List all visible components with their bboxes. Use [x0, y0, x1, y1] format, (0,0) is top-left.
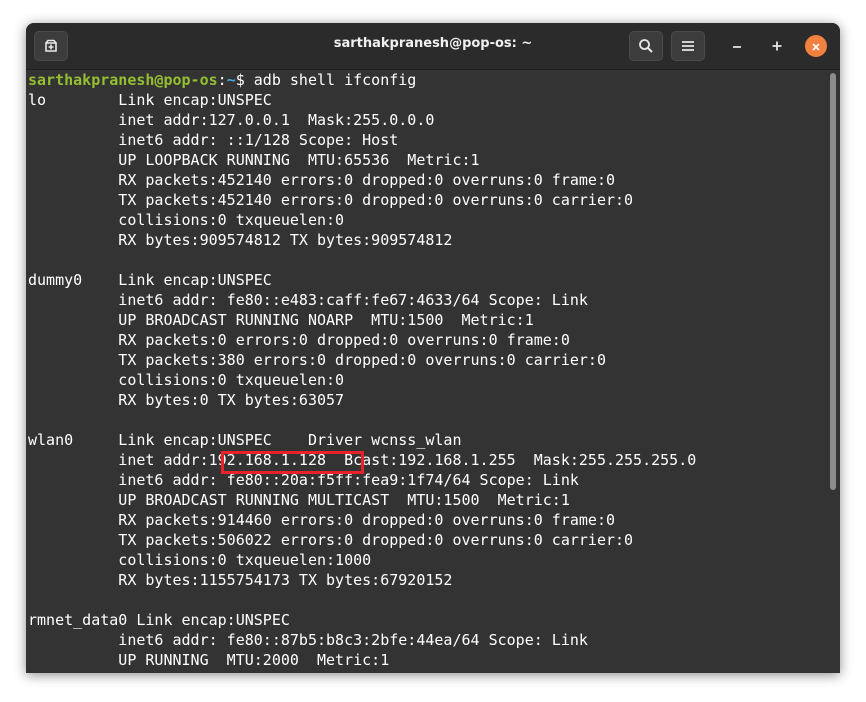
output-line: RX packets:0 errors:0 dropped:0 overruns… — [28, 331, 570, 349]
prompt-line: sarthakpranesh@pop-os:~$ adb shell ifcon… — [28, 70, 416, 90]
prompt-separator: : — [217, 71, 227, 89]
output-line: UP LOOPBACK RUNNING MTU:65536 Metric:1 — [28, 151, 480, 169]
output-line: UP BROADCAST RUNNING MULTICAST MTU:1500 … — [28, 491, 570, 509]
minimize-button[interactable] — [725, 34, 749, 58]
output-line: RX bytes:0 TX bytes:63057 — [28, 391, 345, 409]
output-line: TX packets:506022 errors:0 dropped:0 ove… — [28, 531, 634, 549]
output-line: TX packets:380 errors:0 dropped:0 overru… — [28, 351, 606, 369]
search-icon — [638, 38, 654, 54]
menu-button[interactable] — [671, 31, 705, 61]
prompt-path: ~ — [226, 71, 236, 89]
output-line: inet6 addr: fe80::87b5:b8c3:2bfe:44ea/64… — [28, 631, 588, 649]
output-line: UP BROADCAST RUNNING NOARP MTU:1500 Metr… — [28, 311, 534, 329]
scrollbar-thumb[interactable] — [830, 73, 836, 490]
maximize-icon — [771, 37, 783, 56]
search-button[interactable] — [629, 31, 663, 61]
minimize-icon — [731, 37, 743, 56]
output-line: wlan0 Link encap:UNSPEC Driver wcnss_wla… — [28, 431, 462, 449]
window-title: sarthakpranesh@pop-os: ~ — [333, 36, 533, 51]
hamburger-menu-icon — [681, 40, 695, 52]
prompt-symbol: $ — [235, 71, 254, 89]
output-line: RX bytes:1155754173 TX bytes:67920152 — [28, 571, 453, 589]
output-line: collisions:0 txqueuelen:0 — [28, 371, 345, 389]
output-line: inet6 addr: fe80::e483:caff:fe67:4633/64… — [28, 291, 588, 309]
scrollbar[interactable] — [830, 73, 837, 670]
output-line: inet6 addr: ::1/128 Scope: Host — [28, 131, 399, 149]
output-line: inet addr:127.0.0.1 Mask:255.0.0.0 — [28, 111, 435, 129]
output-line: lo Link encap:UNSPEC — [28, 91, 272, 109]
command-text: adb shell ifconfig — [253, 71, 417, 89]
new-tab-icon — [43, 38, 59, 54]
output-line: RX packets:914460 errors:0 dropped:0 ove… — [28, 511, 615, 529]
title-bar: sarthakpranesh@pop-os: ~ — [26, 23, 840, 70]
maximize-button[interactable] — [765, 34, 789, 58]
ip-address-highlight-box — [221, 451, 364, 474]
output-line: TX packets:452140 errors:0 dropped:0 ove… — [28, 191, 634, 209]
output-line: rmnet_data0 Link encap:UNSPEC — [28, 611, 290, 629]
output-line: collisions:0 txqueuelen:1000 — [28, 551, 372, 569]
terminal-window: sarthakpranesh@pop-os: ~ sarthakpranesh@… — [26, 23, 840, 673]
output-line: RX bytes:909574812 TX bytes:909574812 — [28, 231, 453, 249]
output-line: UP RUNNING MTU:2000 Metric:1 — [28, 651, 390, 669]
close-button[interactable] — [805, 35, 827, 57]
output-line: collisions:0 txqueuelen:0 — [28, 211, 345, 229]
new-tab-button[interactable] — [34, 31, 68, 61]
output-line: RX packets:452140 errors:0 dropped:0 ove… — [28, 171, 615, 189]
output-line: dummy0 Link encap:UNSPEC — [28, 271, 272, 289]
prompt-user: sarthakpranesh@pop-os — [28, 71, 218, 89]
close-icon — [811, 37, 821, 56]
terminal-output[interactable]: sarthakpranesh@pop-os:~$ adb shell ifcon… — [26, 70, 840, 673]
